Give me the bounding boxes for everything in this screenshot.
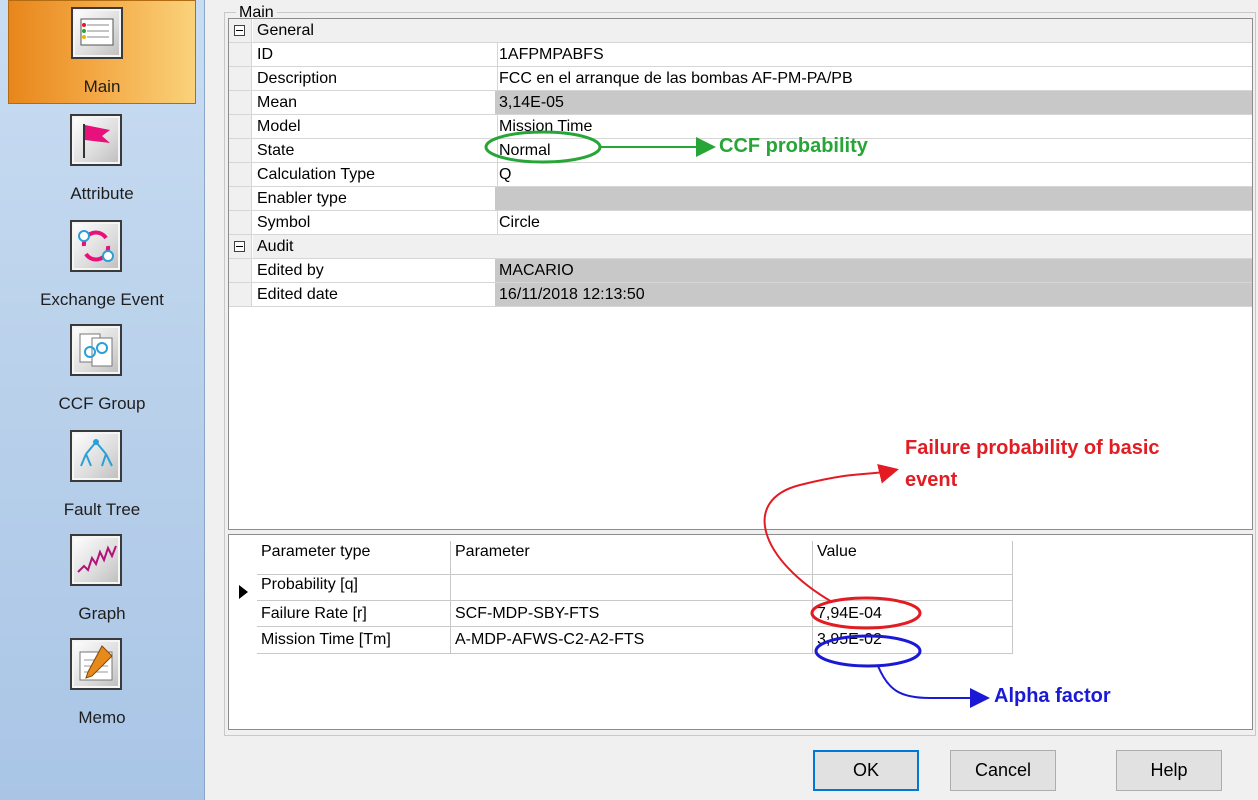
property-value[interactable]: 1AFPMPABFS — [495, 43, 1252, 66]
sidebar-item-label: Attribute — [70, 184, 134, 203]
sidebar-item-memo[interactable]: Memo — [0, 632, 204, 736]
sidebar-item-fault-tree[interactable]: Fault Tree — [0, 424, 204, 528]
row-margin — [229, 67, 252, 90]
table-cell[interactable]: Probability [q] — [257, 575, 451, 601]
row-pointer-icon — [239, 585, 248, 599]
property-name: Description — [253, 67, 498, 90]
property-row-enabler-type[interactable]: Enabler type — [229, 187, 1252, 211]
property-value[interactable]: FCC en el arranque de las bombas AF-PM-P… — [495, 67, 1252, 90]
property-name: Edited date — [253, 283, 498, 306]
column-header-parameter-type[interactable]: Parameter type — [257, 541, 451, 575]
property-name: Mean — [253, 91, 498, 114]
property-name: Edited by — [253, 259, 498, 282]
sidebar-item-label: Memo — [78, 708, 126, 727]
alpha-annotation: Alpha factor — [994, 685, 1111, 707]
table-cell[interactable]: 7,94E-04 — [813, 601, 1013, 627]
main-list-icon — [71, 7, 123, 59]
row-margin — [229, 235, 252, 258]
ccf-group-icon — [70, 324, 122, 376]
category-label: General — [253, 19, 498, 42]
property-value: 3,14E-05 — [495, 91, 1252, 114]
sidebar-item-label: Fault Tree — [63, 500, 141, 519]
table-cell[interactable]: Mission Time [Tm] — [257, 627, 451, 654]
property-value[interactable]: Mission Time — [495, 115, 1252, 138]
collapse-toggle-icon[interactable] — [234, 25, 245, 36]
property-value[interactable]: Circle — [495, 211, 1252, 234]
property-value: MACARIO — [495, 259, 1252, 282]
property-row-id[interactable]: ID 1AFPMPABFS — [229, 43, 1252, 67]
category-value — [495, 19, 1252, 42]
property-row-calculation-type[interactable]: Calculation Type Q — [229, 163, 1252, 187]
row-margin — [229, 139, 252, 162]
category-audit[interactable]: Audit — [229, 235, 1252, 259]
property-name: Enabler type — [253, 187, 498, 210]
property-row-symbol[interactable]: Symbol Circle — [229, 211, 1252, 235]
category-general[interactable]: General — [229, 19, 1252, 43]
sidebar-item-label: CCF Group — [58, 394, 146, 413]
table-cell[interactable]: SCF-MDP-SBY-FTS — [451, 601, 813, 627]
property-value: 16/11/2018 12:13:50 — [495, 283, 1252, 306]
row-margin — [229, 91, 252, 114]
collapse-toggle-icon[interactable] — [234, 241, 245, 252]
table-cell[interactable]: 3,95E-02 — [813, 627, 1013, 654]
sidebar-item-label: Exchange Event — [40, 290, 164, 309]
property-value — [495, 187, 1252, 210]
row-margin — [229, 19, 252, 42]
row-margin — [229, 187, 252, 210]
sidebar-item-graph[interactable]: Graph — [0, 528, 204, 632]
help-button[interactable]: Help — [1116, 750, 1222, 791]
property-row-edited-by[interactable]: Edited by MACARIO — [229, 259, 1252, 283]
flag-icon — [70, 114, 122, 166]
fault-tree-icon — [70, 430, 122, 482]
category-value — [495, 235, 1252, 258]
failure-annotation-line1: Failure probability of basic — [905, 437, 1160, 459]
row-margin — [229, 115, 252, 138]
property-name: Symbol — [253, 211, 498, 234]
exchange-icon — [70, 220, 122, 272]
property-name: Calculation Type — [253, 163, 498, 186]
property-name: State — [253, 139, 498, 162]
property-name: Model — [253, 115, 498, 138]
property-row-edited-date[interactable]: Edited date 16/11/2018 12:13:50 — [229, 283, 1252, 307]
table-cell[interactable]: Failure Rate [r] — [257, 601, 451, 627]
cancel-button[interactable]: Cancel — [950, 750, 1056, 791]
sidebar: Main Attribute Exchange Event CCF Group … — [0, 0, 205, 800]
table-cell[interactable] — [451, 575, 813, 601]
property-row-mean[interactable]: Mean 3,14E-05 — [229, 91, 1252, 115]
property-value[interactable]: Normal — [495, 139, 1252, 162]
row-margin — [229, 283, 252, 306]
property-value[interactable]: Q — [495, 163, 1252, 186]
sidebar-item-exchange-event[interactable]: Exchange Event — [0, 214, 204, 318]
row-margin — [229, 43, 252, 66]
category-label: Audit — [253, 235, 498, 258]
sidebar-item-main[interactable]: Main — [8, 0, 196, 104]
property-name: ID — [253, 43, 498, 66]
failure-annotation-line2: event — [905, 469, 958, 491]
column-header-value[interactable]: Value — [813, 541, 1013, 575]
sidebar-item-attribute[interactable]: Attribute — [0, 108, 204, 212]
memo-icon — [70, 638, 122, 690]
property-row-description[interactable]: Description FCC en el arranque de las bo… — [229, 67, 1252, 91]
row-margin — [229, 163, 252, 186]
row-margin — [229, 259, 252, 282]
table-cell[interactable]: A-MDP-AFWS-C2-A2-FTS — [451, 627, 813, 654]
sidebar-item-label: Graph — [78, 604, 126, 623]
sidebar-item-ccf-group[interactable]: CCF Group — [0, 318, 204, 422]
main-panel: Main General ID 1AFPMPABFS Description F… — [212, 0, 1258, 800]
table-cell[interactable] — [813, 575, 1013, 601]
ccf-annotation: CCF probability — [719, 135, 868, 157]
ok-button[interactable]: OK — [813, 750, 919, 791]
column-header-parameter[interactable]: Parameter — [451, 541, 813, 575]
graph-icon — [70, 534, 122, 586]
row-margin — [229, 211, 252, 234]
sidebar-item-label: Main — [83, 77, 121, 96]
